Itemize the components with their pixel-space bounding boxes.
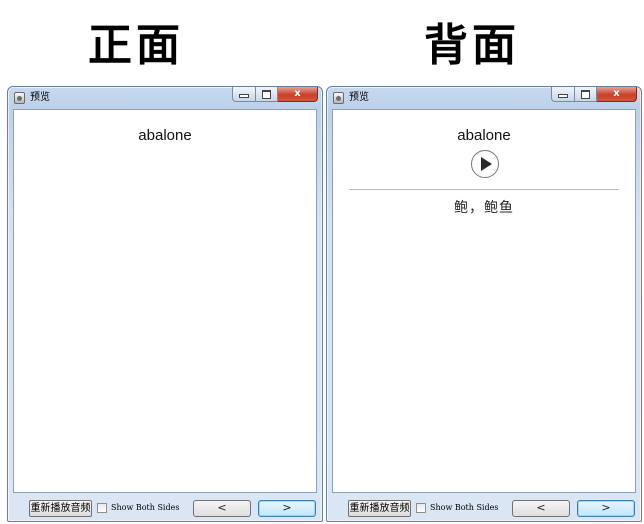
window-title: 预览 (30, 92, 50, 103)
play-audio-button[interactable] (471, 150, 499, 178)
caption-buttons: x (551, 87, 637, 103)
minimize-button[interactable] (551, 87, 575, 102)
maximize-button[interactable] (256, 87, 278, 102)
title-bar[interactable]: 预览 x (8, 87, 322, 109)
back-heading: 背面 (424, 20, 520, 71)
chevron-left-icon: < (217, 501, 227, 514)
maximize-icon (262, 90, 271, 99)
card-content: abalone 鲍，鲍鱼 (332, 109, 636, 493)
next-button[interactable]: > (577, 500, 635, 517)
window-title: 预览 (349, 92, 369, 103)
replay-audio-button[interactable]: 重新播放音频 (348, 500, 411, 517)
close-icon: x (613, 88, 620, 99)
show-both-sides-checkbox[interactable] (97, 503, 107, 513)
chevron-left-icon: < (536, 501, 546, 514)
preview-window-back: 预览 x abalone 鲍，鲍鱼 重新播放音频 Show Both Sides… (326, 86, 642, 522)
show-both-sides-toggle[interactable]: Show Both Sides (416, 501, 498, 515)
show-both-sides-checkbox[interactable] (416, 503, 426, 513)
minimize-button[interactable] (232, 87, 256, 102)
close-button[interactable]: x (597, 87, 637, 102)
show-both-sides-label[interactable]: Show Both Sides (111, 502, 179, 514)
card-content: abalone (13, 109, 317, 493)
close-button[interactable]: x (278, 87, 318, 102)
close-icon: x (294, 88, 301, 99)
replay-audio-button[interactable]: 重新播放音频 (29, 500, 92, 517)
caption-buttons: x (232, 87, 318, 103)
card-definition: 鲍，鲍鱼 (454, 200, 514, 216)
maximize-button[interactable] (575, 87, 597, 102)
minimize-icon (239, 94, 249, 98)
next-button[interactable]: > (258, 500, 316, 517)
minimize-icon (558, 94, 568, 98)
preview-window-front: 预览 x abalone 重新播放音频 Show Both Sides < > (7, 86, 323, 522)
title-bar[interactable]: 预览 x (327, 87, 641, 109)
previous-button[interactable]: < (193, 500, 251, 517)
maximize-icon (581, 90, 590, 99)
app-icon[interactable] (14, 92, 25, 104)
chevron-right-icon: > (282, 501, 292, 514)
show-both-sides-label[interactable]: Show Both Sides (430, 502, 498, 514)
front-heading: 正面 (88, 20, 184, 71)
bottom-toolbar: 重新播放音频 Show Both Sides < > (332, 497, 636, 519)
show-both-sides-toggle[interactable]: Show Both Sides (97, 501, 179, 515)
bottom-toolbar: 重新播放音频 Show Both Sides < > (13, 497, 317, 519)
card-word: abalone (138, 127, 192, 144)
chevron-right-icon: > (601, 501, 611, 514)
previous-button[interactable]: < (512, 500, 570, 517)
card-divider (349, 189, 619, 190)
card-word: abalone (457, 127, 511, 144)
app-icon[interactable] (333, 92, 344, 104)
